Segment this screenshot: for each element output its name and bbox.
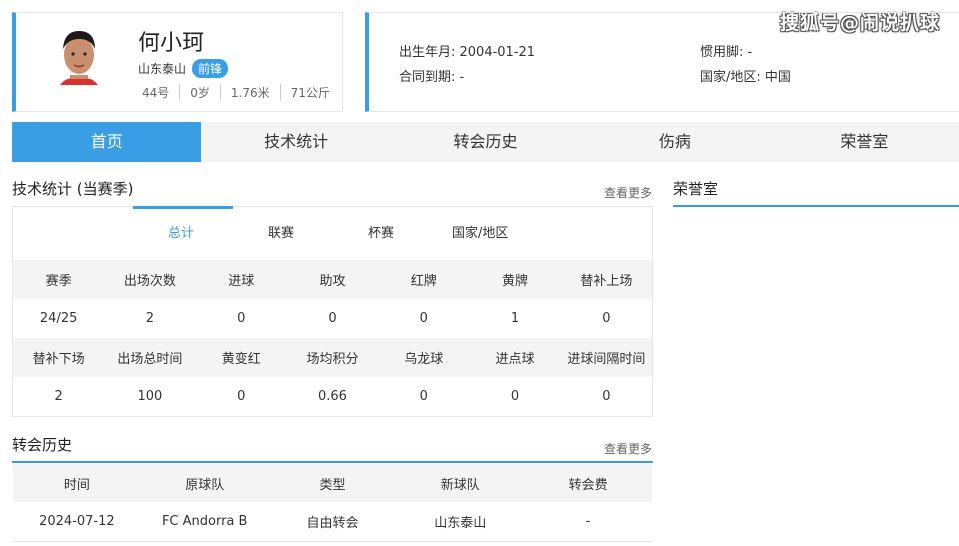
stats-value-cell: 24/25 <box>39 311 78 326</box>
main-tab-bar: 首页 技术统计 转会历史 伤病 荣誉室 <box>12 122 959 162</box>
player-age: 0岁 <box>179 84 220 101</box>
transfer-type: 自由转会 <box>306 515 359 531</box>
stats-more-link[interactable]: 查看更多 <box>604 184 652 201</box>
player-meta: 44号 0岁 1.76米 71公斤 <box>142 84 340 101</box>
transfer-divider <box>12 461 653 463</box>
stats-header-cell: 红牌 <box>378 260 470 299</box>
transfer-row: 2024-07-12 FC Andorra B 自由转会 山东泰山 - <box>13 502 652 540</box>
stats-sub-tabs: 总计 联赛 杯赛 国家/地区 <box>12 222 653 248</box>
stats-value-cell: 0 <box>328 311 337 326</box>
stats-value-cell: 0.66 <box>318 389 347 404</box>
tab-injuries[interactable]: 伤病 <box>580 122 769 162</box>
stats-header-cell: 进点球 <box>469 338 561 377</box>
transfer-section-title: 转会历史 <box>12 436 73 454</box>
stats-header-cell: 进球 <box>195 260 287 299</box>
stats-value-cell: 0 <box>419 389 428 404</box>
contract-expiry: 合同到期: - <box>399 70 465 85</box>
preferred-foot: 惯用脚: - <box>700 45 753 60</box>
transfer-table: 时间 原球队 类型 新球队 转会费 2024-07-12 FC Andorra … <box>13 464 652 540</box>
stats-value-cell: 2 <box>54 389 63 404</box>
transfer-header-cell: 时间 <box>13 464 141 502</box>
stats-value-cell: 1 <box>510 311 520 326</box>
stats-header-cell: 替补下场 <box>13 338 105 377</box>
shirt-number: 44号 <box>142 86 170 100</box>
subtab-cup[interactable]: 杯赛 <box>368 222 394 241</box>
transfer-to-team[interactable]: 山东泰山 <box>396 502 524 540</box>
stats-header-row: 赛季 出场次数 进球 助攻 红牌 黄牌 替补上场 <box>13 260 652 299</box>
team-line: 山东泰山 前锋 <box>138 59 229 78</box>
stats-header-cell: 乌龙球 <box>378 338 470 377</box>
transfer-header-row: 时间 原球队 类型 新球队 转会费 <box>13 464 652 502</box>
transfer-header-cell: 转会费 <box>524 464 652 502</box>
stats-value-cell: 100 <box>137 389 163 404</box>
transfer-fee: - <box>585 513 591 529</box>
nationality: 国家/地区: 中国 <box>700 70 791 85</box>
stats-header-cell: 场均积分 <box>286 338 379 377</box>
player-weight: 71公斤 <box>279 84 340 101</box>
honors-section-title: 荣誉室 <box>673 180 719 198</box>
transfer-bottom-border <box>12 541 653 542</box>
stats-header-cell: 替补上场 <box>560 260 652 299</box>
stats-table: 赛季 出场次数 进球 助攻 红牌 黄牌 替补上场 24/25 2 0 0 0 1… <box>13 260 652 416</box>
stats-header-cell: 黄牌 <box>469 260 561 299</box>
stats-header-cell: 助攻 <box>286 260 379 299</box>
stats-value-cell: 2 <box>145 311 155 326</box>
player-height: 1.76米 <box>219 84 280 101</box>
stats-header-cell: 黄变红 <box>195 338 287 377</box>
stats-header-cell: 出场总时间 <box>104 338 196 377</box>
stats-header-cell: 赛季 <box>13 260 105 299</box>
stats-value-cell: 0 <box>602 311 611 326</box>
stats-value-cell: 0 <box>237 389 246 404</box>
player-info-card: 出生年月: 2004-01-21 合同到期: - 惯用脚: - 国家/地区: 中… <box>365 12 959 112</box>
tab-home[interactable]: 首页 <box>12 122 202 162</box>
stats-header-cell: 进球间隔时间 <box>560 338 652 377</box>
stats-value-row: 24/25 2 0 0 0 1 0 <box>13 299 652 338</box>
player-avatar <box>60 31 98 85</box>
transfer-more-link[interactable]: 查看更多 <box>604 440 652 457</box>
stats-section-title: 技术统计 (当赛季) <box>12 180 134 198</box>
stats-header-cell: 出场次数 <box>104 260 196 299</box>
player-name: 何小珂 <box>138 31 205 56</box>
stats-active-indicator <box>133 206 233 209</box>
position-badge: 前锋 <box>192 59 229 78</box>
transfer-header-cell: 新球队 <box>396 464 525 502</box>
honors-divider <box>673 205 959 207</box>
stats-value-cell: 0 <box>419 311 428 326</box>
team-name[interactable]: 山东泰山 <box>138 60 186 77</box>
stats-header-row: 替补下场 出场总时间 黄变红 场均积分 乌龙球 进点球 进球间隔时间 <box>13 338 652 377</box>
transfer-header-cell: 原球队 <box>140 464 269 502</box>
tab-transfers[interactable]: 转会历史 <box>391 122 580 162</box>
birth-date: 出生年月: 2004-01-21 <box>399 45 536 60</box>
tab-stats[interactable]: 技术统计 <box>201 122 390 162</box>
tab-honors[interactable]: 荣誉室 <box>770 122 959 162</box>
transfer-from-team[interactable]: FC Andorra B <box>141 502 269 540</box>
stats-value-cell: 0 <box>237 311 246 326</box>
transfer-header-cell: 类型 <box>268 464 397 502</box>
subtab-total[interactable]: 总计 <box>168 222 194 241</box>
stats-value-cell: 0 <box>510 389 520 404</box>
transfer-date: 2024-07-12 <box>39 513 115 529</box>
player-profile-card: 何小珂 山东泰山 前锋 44号 0岁 1.76米 71公斤 <box>12 12 343 112</box>
stats-value-row: 2 100 0 0.66 0 0 0 <box>13 377 652 416</box>
stats-value-cell: 0 <box>602 389 611 404</box>
subtab-national[interactable]: 国家/地区 <box>452 222 508 241</box>
subtab-league[interactable]: 联赛 <box>268 222 294 241</box>
